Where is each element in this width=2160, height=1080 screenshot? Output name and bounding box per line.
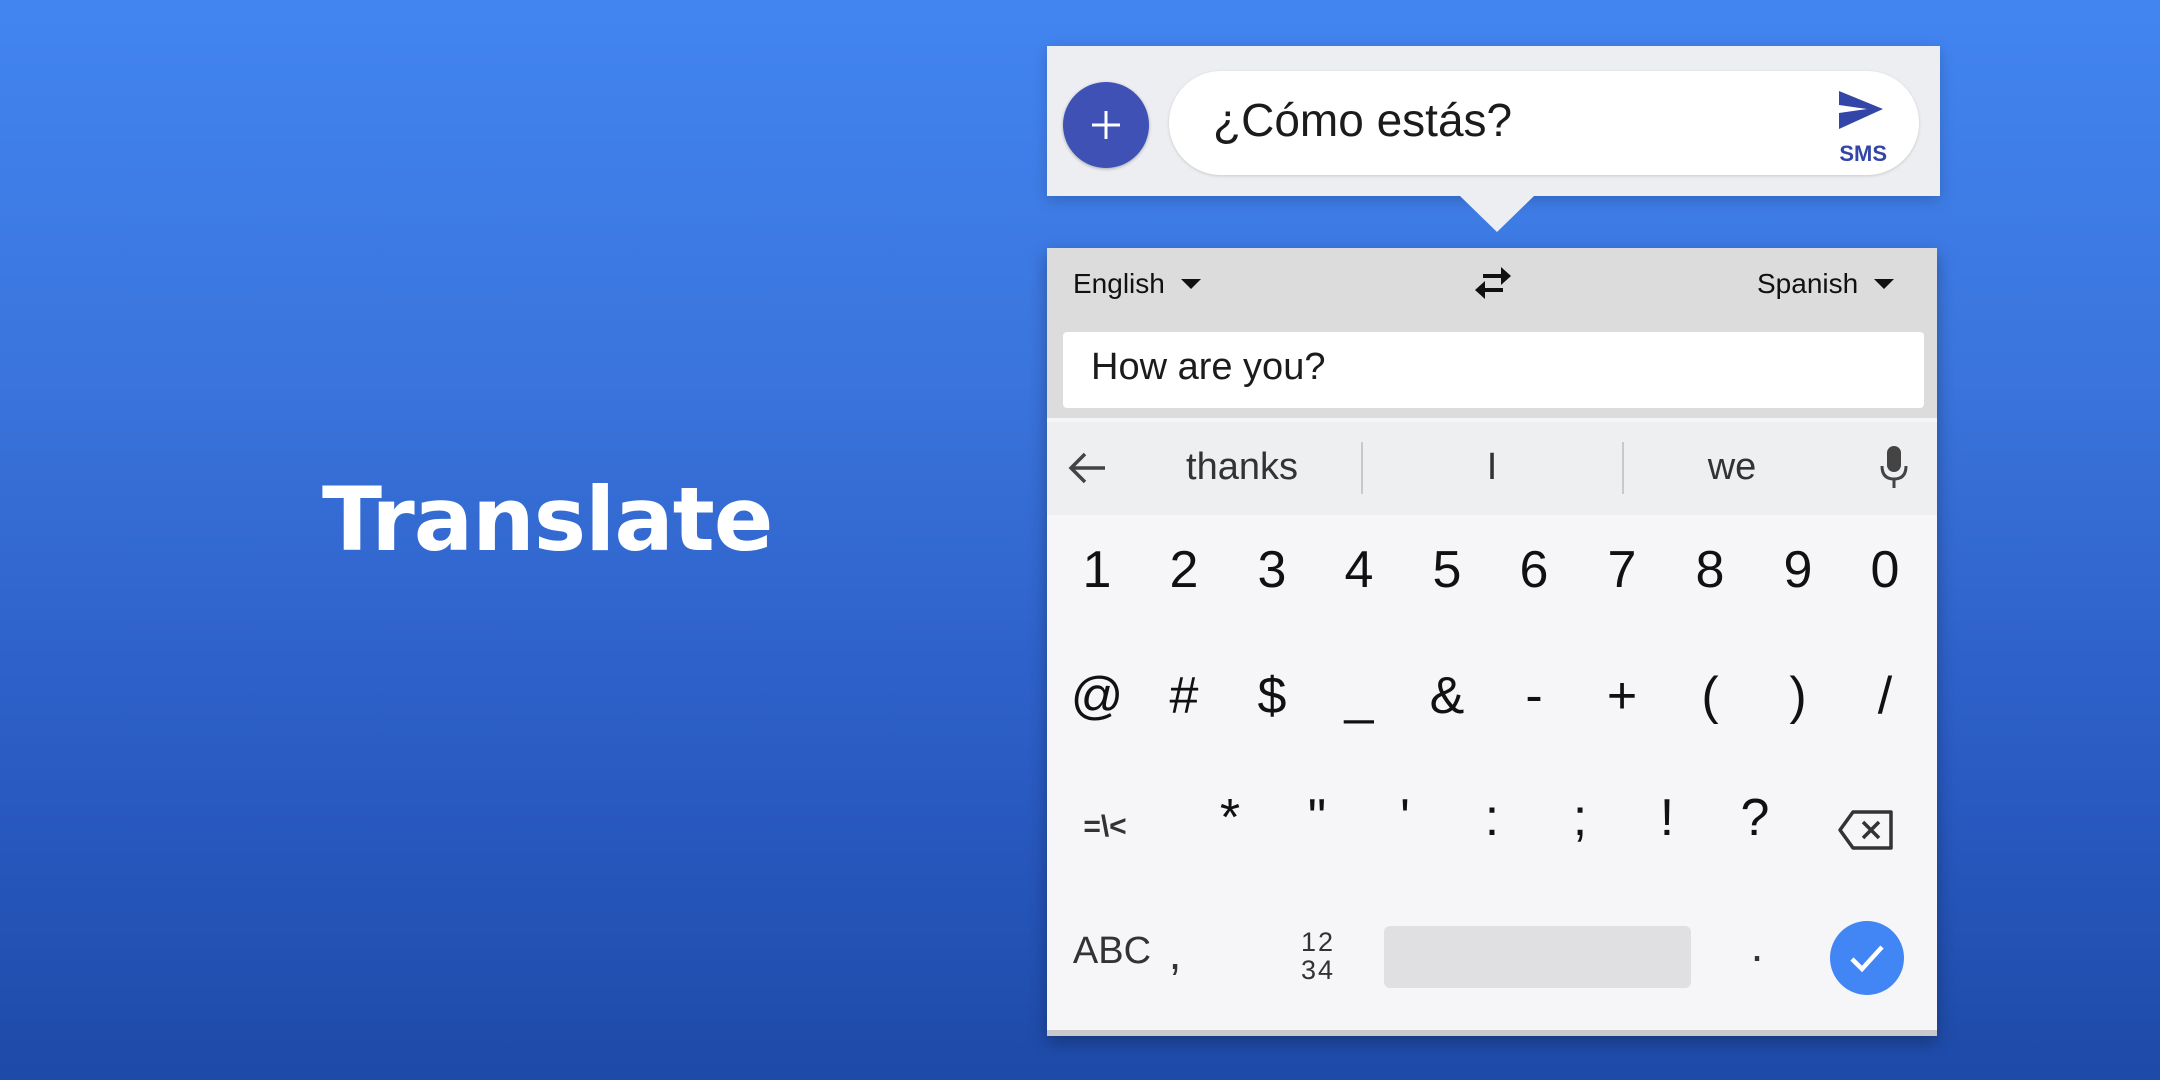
numpad-top: 12 xyxy=(1300,927,1336,957)
punctuation-key[interactable]: ! xyxy=(1627,788,1707,848)
symbol-key[interactable]: # xyxy=(1144,666,1224,726)
chevron-down-icon xyxy=(1180,279,1201,289)
number-key[interactable]: 5 xyxy=(1407,540,1487,600)
symbol-key[interactable]: @ xyxy=(1057,666,1137,726)
message-text: ¿Cómo estás? xyxy=(1213,94,1513,146)
microphone-icon xyxy=(1880,446,1908,488)
symbol-key[interactable]: + xyxy=(1582,666,1662,726)
divider xyxy=(1361,442,1363,494)
suggestion-strip: thanks I we xyxy=(1047,422,1937,515)
punctuation-key[interactable]: * xyxy=(1190,788,1270,848)
punctuation-key[interactable]: ? xyxy=(1715,788,1795,848)
swap-languages-button[interactable] xyxy=(1471,264,1515,304)
voice-input-button[interactable] xyxy=(1879,444,1909,495)
symbol-key[interactable]: - xyxy=(1494,666,1574,726)
number-key[interactable]: 2 xyxy=(1144,540,1224,600)
compose-bar: ¿Cómo estás? SMS xyxy=(1047,46,1940,196)
abc-key[interactable]: ABC xyxy=(1067,930,1157,973)
attach-button[interactable] xyxy=(1063,82,1149,168)
keyboard: English Spanish How are you? thanks I we… xyxy=(1047,248,1937,1036)
symbol-key[interactable]: / xyxy=(1845,666,1925,726)
key-more-symbols[interactable]: =\< xyxy=(1065,810,1145,844)
divider xyxy=(1622,442,1624,494)
translate-input-text: How are you? xyxy=(1091,346,1326,388)
send-icon xyxy=(1839,91,1883,129)
symbol-key[interactable]: _ xyxy=(1319,666,1399,726)
symbol-key[interactable]: ( xyxy=(1670,666,1750,726)
enter-key[interactable] xyxy=(1830,921,1904,995)
symbol-key[interactable]: ) xyxy=(1758,666,1838,726)
popup-pointer xyxy=(1460,196,1534,232)
target-language-dropdown[interactable]: Spanish xyxy=(1757,268,1895,300)
number-key[interactable]: 9 xyxy=(1758,540,1838,600)
space-key[interactable] xyxy=(1384,926,1691,988)
plus-icon xyxy=(1092,111,1120,139)
translate-input[interactable]: How are you? xyxy=(1063,332,1924,408)
number-key[interactable]: 0 xyxy=(1845,540,1925,600)
symbol-key[interactable]: $ xyxy=(1232,666,1312,726)
target-language-label: Spanish xyxy=(1757,268,1859,299)
backspace-icon xyxy=(1838,810,1893,850)
numpad-bottom: 34 xyxy=(1300,955,1336,985)
suggestion-item[interactable]: I xyxy=(1397,446,1587,489)
number-key[interactable]: 1 xyxy=(1057,540,1137,600)
numpad-key[interactable]: 12 34 xyxy=(1295,928,1341,984)
suggestion-item[interactable]: thanks xyxy=(1147,446,1337,489)
message-input[interactable]: ¿Cómo estás? SMS xyxy=(1169,71,1919,175)
chevron-down-icon xyxy=(1874,279,1895,289)
punctuation-key[interactable]: " xyxy=(1277,788,1357,848)
number-key[interactable]: 4 xyxy=(1319,540,1399,600)
source-language-label: English xyxy=(1073,268,1165,299)
send-label: SMS xyxy=(1839,141,1887,166)
punctuation-key[interactable]: : xyxy=(1452,788,1532,848)
comma-key[interactable]: , xyxy=(1145,926,1205,980)
period-key[interactable]: . xyxy=(1727,918,1787,972)
number-key[interactable]: 7 xyxy=(1582,540,1662,600)
arrow-left-icon xyxy=(1068,452,1105,484)
check-icon xyxy=(1850,945,1884,973)
number-key[interactable]: 6 xyxy=(1494,540,1574,600)
number-key[interactable]: 8 xyxy=(1670,540,1750,600)
swap-icon xyxy=(1475,267,1511,299)
translate-bar: English Spanish How are you? xyxy=(1047,248,1937,418)
punctuation-key[interactable]: ' xyxy=(1365,788,1445,848)
punctuation-key[interactable]: ; xyxy=(1540,788,1620,848)
backspace-key[interactable] xyxy=(1837,809,1895,856)
number-key[interactable]: 3 xyxy=(1232,540,1312,600)
source-language-dropdown[interactable]: English xyxy=(1073,268,1201,300)
symbol-key[interactable]: & xyxy=(1407,666,1487,726)
suggestion-item[interactable]: we xyxy=(1637,446,1827,489)
back-button[interactable] xyxy=(1067,450,1107,491)
headline: Translate xyxy=(322,468,773,571)
